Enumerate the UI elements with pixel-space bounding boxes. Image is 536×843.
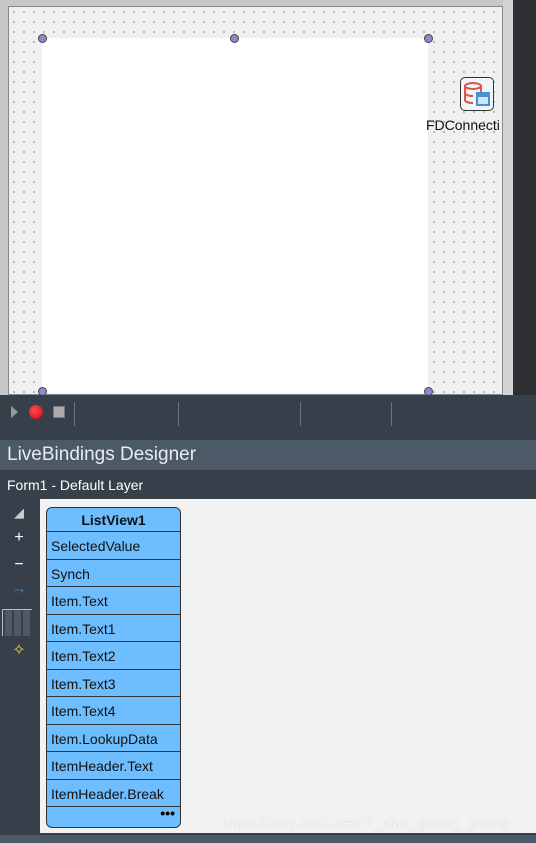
divider xyxy=(178,402,179,426)
member-row[interactable]: SelectedValue xyxy=(47,532,180,560)
vertical-scrollbar[interactable] xyxy=(503,0,513,395)
database-connection-icon[interactable] xyxy=(460,77,494,111)
grid-icon[interactable] xyxy=(2,609,32,636)
member-row[interactable]: Item.LookupData xyxy=(47,725,180,752)
member-row[interactable]: Item.Text3 xyxy=(47,670,180,697)
zoom-out-icon[interactable]: − xyxy=(8,556,30,576)
member-row[interactable]: Item.Text1 xyxy=(47,615,180,642)
layer-label: Form1 - Default Layer xyxy=(0,470,536,497)
watermark: https://blog.csdn.net/IT_xiao_guang_guan… xyxy=(222,815,510,832)
toolbar xyxy=(0,395,536,440)
play-icon[interactable] xyxy=(11,406,18,418)
member-row[interactable]: Item.Text xyxy=(47,587,180,615)
status-strip xyxy=(0,835,536,843)
arrange-icon[interactable]: ◢ xyxy=(8,505,30,525)
wizard-icon[interactable]: ✧ xyxy=(8,640,30,660)
resize-handle[interactable] xyxy=(424,34,433,43)
component-label: FDConnecti xyxy=(426,117,500,133)
listview-binding-node[interactable]: ListView1 SelectedValue Synch Item.Text Ite… xyxy=(46,507,181,828)
member-row[interactable]: Synch xyxy=(47,560,180,587)
divider xyxy=(300,402,301,426)
member-row[interactable]: ItemHeader.Text xyxy=(47,752,180,780)
member-row[interactable]: ItemHeader.Break xyxy=(47,780,180,807)
right-panel-edge xyxy=(513,0,536,395)
node-title: ListView1 xyxy=(47,508,180,532)
stop-icon[interactable] xyxy=(53,406,65,418)
member-row[interactable]: Item.Text2 xyxy=(47,642,180,670)
link-icon[interactable]: ⤳ xyxy=(8,583,30,603)
zoom-in-icon[interactable]: + xyxy=(8,529,30,549)
resize-handle[interactable] xyxy=(230,34,239,43)
record-icon[interactable] xyxy=(29,405,43,419)
member-row[interactable]: Item.Text4 xyxy=(47,697,180,725)
listview-control[interactable] xyxy=(42,38,428,393)
divider xyxy=(74,402,75,426)
divider xyxy=(391,402,392,426)
panel-title: LiveBindings Designer xyxy=(0,440,536,470)
resize-handle[interactable] xyxy=(38,34,47,43)
more-members-button[interactable]: ••• xyxy=(47,806,180,827)
